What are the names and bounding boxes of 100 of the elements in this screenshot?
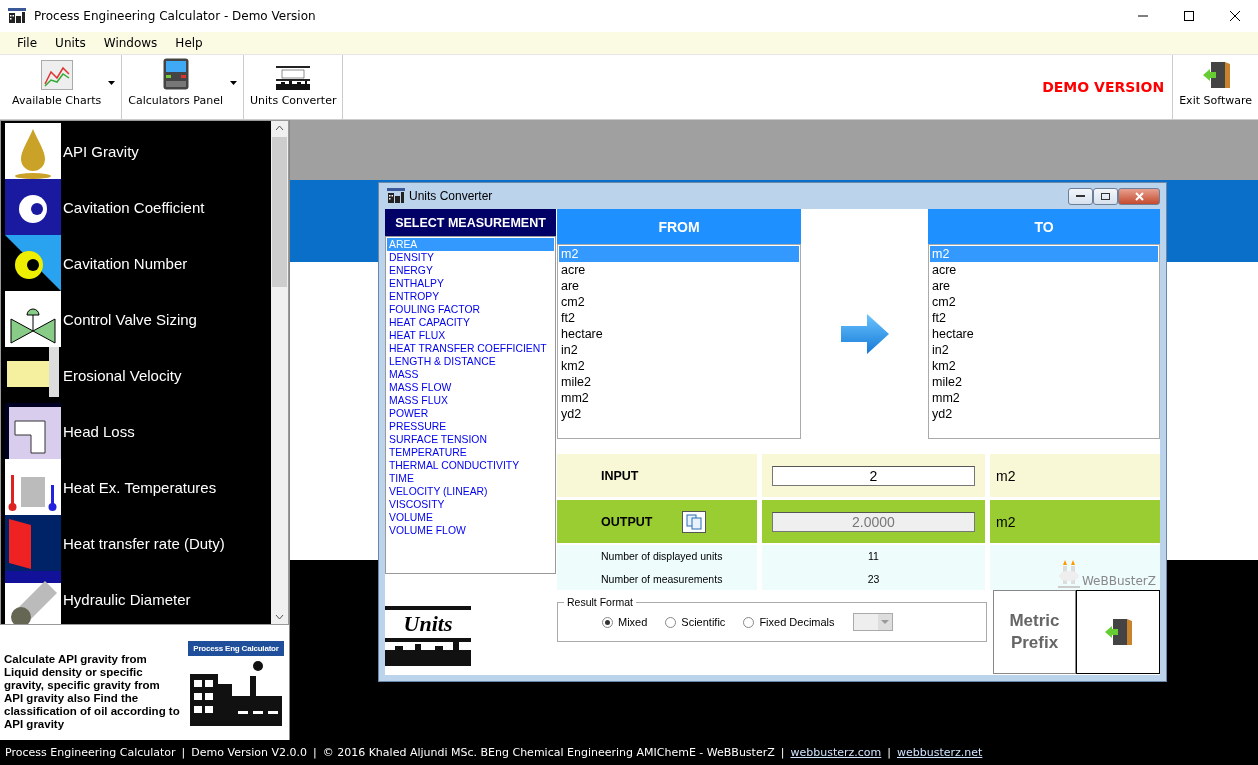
- measurement-item[interactable]: SURFACE TENSION: [387, 433, 554, 446]
- close-icon: [1134, 191, 1144, 201]
- unit-item[interactable]: km2: [559, 358, 799, 374]
- unit-item[interactable]: mile2: [930, 374, 1158, 390]
- measurement-item[interactable]: HEAT FLUX: [387, 329, 554, 342]
- scrollbar[interactable]: [271, 121, 288, 624]
- measurement-item[interactable]: TEMPERATURE: [387, 446, 554, 459]
- unit-item[interactable]: km2: [930, 358, 1158, 374]
- close-converter-button[interactable]: [1076, 590, 1160, 674]
- measurement-item[interactable]: ENTROPY: [387, 290, 554, 303]
- unit-item[interactable]: are: [559, 278, 799, 294]
- menu-item[interactable]: Windows: [94, 36, 167, 50]
- metric-prefix-button[interactable]: Metric Prefix: [993, 590, 1076, 674]
- status-text: © 2016 Khaled Aljundi MSc. BEng Chemical Engineering AMIChemE - WeBBusterZ: [322, 746, 775, 759]
- measurement-item[interactable]: THERMAL CONDUCTIVITY: [387, 459, 554, 472]
- radio-option[interactable]: Scientific: [665, 616, 726, 628]
- link[interactable]: webbusterz.net: [897, 746, 983, 759]
- calculator-thumbnail-icon: [5, 403, 61, 459]
- link[interactable]: webbusterz.com: [790, 746, 882, 759]
- column-header: FROM: [557, 209, 801, 244]
- unit-item[interactable]: hectare: [930, 326, 1158, 342]
- status-text: Demo Version V2.0.0: [191, 746, 307, 759]
- unit-item[interactable]: acre: [930, 262, 1158, 278]
- row-label: INPUT: [601, 468, 639, 483]
- child-window-title: Units Converter: [409, 189, 493, 203]
- unit-item[interactable]: ft2: [559, 310, 799, 326]
- measurement-item[interactable]: PRESSURE: [387, 420, 554, 433]
- unit-item[interactable]: yd2: [559, 406, 799, 422]
- unit-item[interactable]: mm2: [930, 390, 1158, 406]
- unit-item[interactable]: cm2: [930, 294, 1158, 310]
- calculator-list-item[interactable]: Erosional Velocity: [5, 347, 271, 403]
- unit-item[interactable]: ft2: [930, 310, 1158, 326]
- measurement-item[interactable]: FOULING FACTOR: [387, 303, 554, 316]
- column-header: TO: [928, 209, 1160, 244]
- measurement-item[interactable]: ENERGY: [387, 264, 554, 277]
- decimals-dropdown[interactable]: [852, 613, 893, 631]
- toolbar-button[interactable]: Calculators Panel: [122, 55, 244, 119]
- stat-value: 23: [867, 572, 880, 585]
- stat-label: Number of displayed units: [601, 550, 724, 563]
- calculator-list-item[interactable]: API Gravity: [5, 123, 271, 179]
- measurement-item[interactable]: TIME: [387, 472, 554, 485]
- measurement-item[interactable]: MASS FLUX: [387, 394, 554, 407]
- measurement-item[interactable]: MASS FLOW: [387, 381, 554, 394]
- measurement-item[interactable]: VELOCITY (LINEAR): [387, 485, 554, 498]
- calculator-list-item[interactable]: Heat Ex. Temperatures: [5, 459, 271, 515]
- input-field[interactable]: 2: [772, 465, 975, 486]
- measurement-item[interactable]: DENSITY: [387, 251, 554, 264]
- calculator-list-item[interactable]: Cavitation Coefficient: [5, 179, 271, 235]
- app-icon: [387, 188, 405, 204]
- calculator-list-item[interactable]: Hydraulic Diameter: [5, 571, 271, 624]
- line-chart-icon: [40, 60, 73, 90]
- menu-item[interactable]: Help: [166, 36, 212, 50]
- demo-version-label: DEMO VERSION: [1042, 79, 1165, 95]
- minimize-icon: [1076, 194, 1085, 198]
- calculator-thumbnail-icon: [5, 515, 61, 571]
- calculator-list-item[interactable]: Cavitation Number: [5, 235, 271, 291]
- door-exit-icon: [1103, 617, 1133, 647]
- minimize-button[interactable]: [1068, 187, 1093, 205]
- vendor-logo: WeBBusterZ: [1057, 558, 1156, 588]
- calculator-list-item[interactable]: Control Valve Sizing: [5, 291, 271, 347]
- measurement-item[interactable]: HEAT CAPACITY: [387, 316, 554, 329]
- close-button[interactable]: [1118, 187, 1160, 205]
- menu-item[interactable]: Units: [46, 36, 95, 50]
- unit-item[interactable]: hectare: [559, 326, 799, 342]
- toolbar-button[interactable]: Units Converter: [244, 55, 344, 119]
- measurement-item[interactable]: POWER: [387, 407, 554, 420]
- output-field[interactable]: 2.0000: [772, 511, 975, 532]
- measurement-item[interactable]: HEAT TRANSFER COEFFICIENT: [387, 342, 554, 355]
- measurement-item[interactable]: VOLUME: [387, 511, 554, 524]
- status-text: Process Engineering Calculator: [5, 746, 176, 759]
- measurement-item[interactable]: VOLUME FLOW: [387, 524, 554, 537]
- radio-button[interactable]: [743, 616, 755, 628]
- unit-item[interactable]: acre: [559, 262, 799, 278]
- unit-item[interactable]: are: [930, 278, 1158, 294]
- radio-option[interactable]: Fixed Decimals: [743, 616, 835, 628]
- measurement-item[interactable]: MASS: [387, 368, 554, 381]
- measurement-item[interactable]: VISCOSITY: [387, 498, 554, 511]
- unit-item[interactable]: yd2: [930, 406, 1158, 422]
- radio-option[interactable]: Mixed: [602, 616, 648, 628]
- calculator-list-item[interactable]: Head Loss: [5, 403, 271, 459]
- unit-item[interactable]: mm2: [559, 390, 799, 406]
- unit-item[interactable]: cm2: [559, 294, 799, 310]
- measurement-item[interactable]: ENTHALPY: [387, 277, 554, 290]
- unit-item[interactable]: mile2: [559, 374, 799, 390]
- radio-button[interactable]: [665, 616, 677, 628]
- list-header: SELECT MEASUREMENT: [385, 209, 556, 236]
- separator: |: [311, 746, 318, 759]
- separator: |: [180, 746, 187, 759]
- maximize-icon: [1101, 192, 1110, 200]
- measurement-item[interactable]: LENGTH & DISTANCE: [387, 355, 554, 368]
- unit-item[interactable]: in2: [930, 342, 1158, 358]
- calculator-list-item[interactable]: Heat transfer rate (Duty): [5, 515, 271, 571]
- maximize-button[interactable]: [1093, 187, 1118, 205]
- unit-item[interactable]: in2: [559, 342, 799, 358]
- unit-label: m2: [996, 467, 1016, 484]
- copy-button[interactable]: [682, 510, 707, 533]
- menu-item[interactable]: File: [8, 36, 47, 50]
- radio-button[interactable]: [602, 616, 613, 628]
- toolbar-button[interactable]: Available Charts: [6, 55, 123, 119]
- exit-button[interactable]: Exit Software: [1172, 55, 1258, 119]
